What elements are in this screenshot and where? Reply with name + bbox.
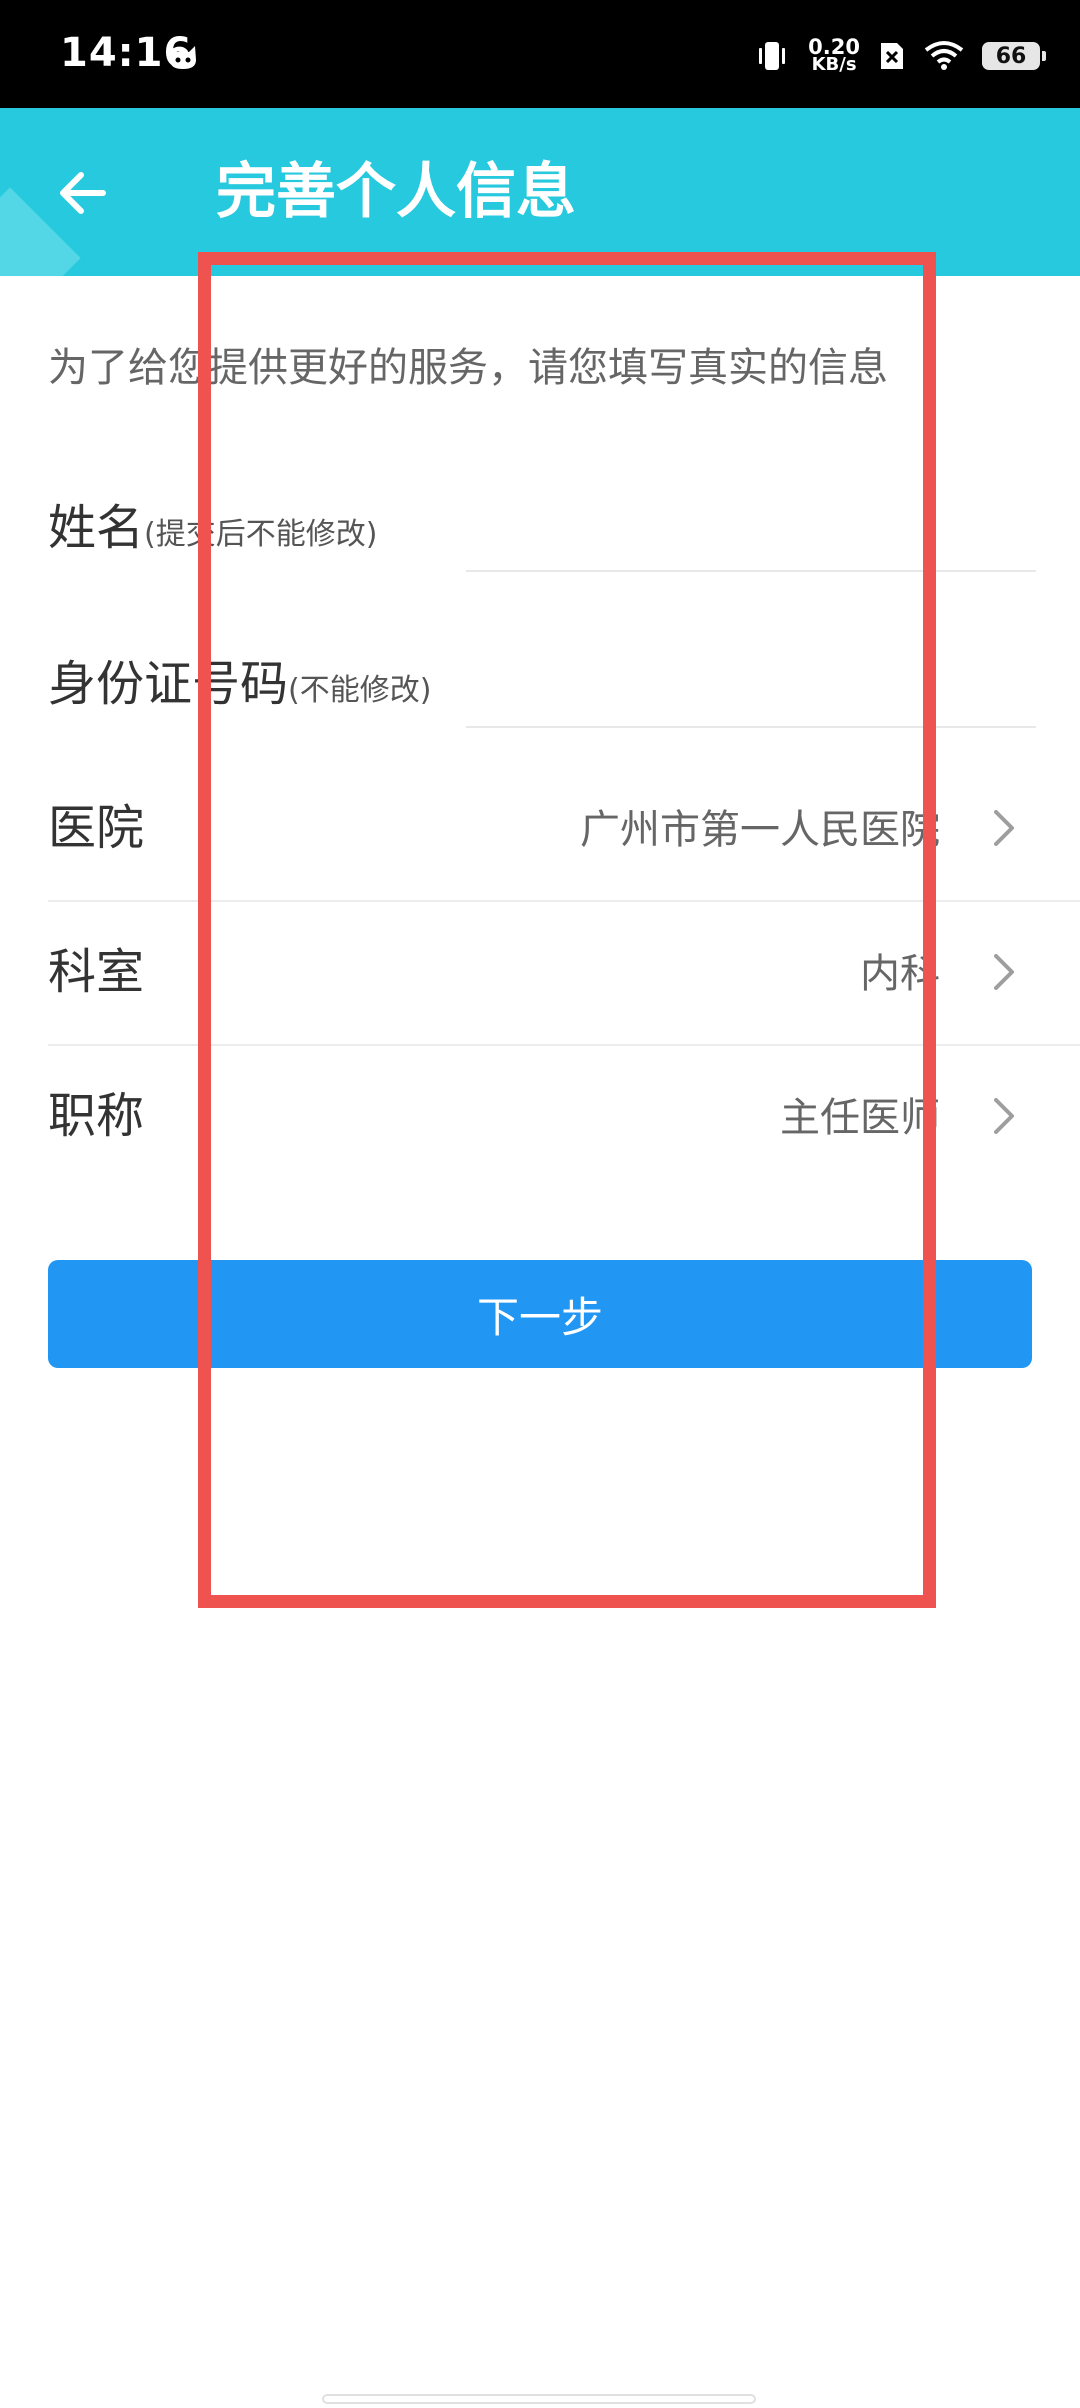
job-title-value: 主任医师: [780, 1095, 940, 1141]
vibrate-icon: [759, 42, 786, 70]
job-title-selector[interactable]: 职称 主任医师: [48, 1044, 1080, 1188]
name-hint: (提交后不能修改): [144, 517, 378, 552]
battery-level: 66: [995, 43, 1027, 69]
hospital-selector[interactable]: 医院 广州市第一人民医院: [48, 756, 1080, 902]
back-button[interactable]: [48, 158, 118, 228]
name-label-text: 姓名: [48, 500, 145, 556]
home-indicator[interactable]: [322, 2394, 756, 2404]
network-speed: 0.20 KB/s: [808, 37, 860, 75]
page-title: 完善个人信息: [216, 157, 576, 227]
screen: 14:16 0.20 KB/s 66 完善个人信息 为了给您提供更好的服务，请您…: [0, 0, 1080, 2408]
next-step-button[interactable]: 下一步: [48, 1260, 1032, 1368]
id-number-field: 身份证号码(不能修改): [48, 644, 1036, 734]
department-value: 内科: [860, 951, 940, 997]
sim-blocked-icon: [881, 43, 903, 69]
id-number-hint: (不能修改): [288, 673, 432, 708]
wifi-icon: [924, 41, 964, 70]
department-label: 科室: [48, 944, 145, 1000]
status-icons: 0.20 KB/s 66: [754, 34, 1046, 78]
name-input[interactable]: [466, 488, 1036, 572]
hospital-label: 医院: [48, 800, 145, 856]
app-header: 完善个人信息: [0, 108, 1080, 276]
chevron-right-icon: [994, 954, 1014, 990]
hospital-value: 广州市第一人民医院: [580, 807, 940, 853]
id-number-label: 身份证号码(不能修改): [48, 654, 431, 721]
name-field: 姓名(提交后不能修改): [48, 488, 1036, 578]
job-title-label: 职称: [48, 1088, 145, 1144]
battery-icon: 66: [982, 42, 1046, 70]
department-selector[interactable]: 科室 内科: [48, 900, 1080, 1046]
id-number-label-text: 身份证号码: [48, 656, 289, 712]
status-bar: 14:16 0.20 KB/s 66: [0, 0, 1080, 108]
chevron-right-icon: [994, 810, 1014, 846]
chevron-right-icon: [994, 1098, 1014, 1134]
id-number-input[interactable]: [466, 644, 1036, 728]
arrow-left-icon: [60, 172, 106, 214]
notification-cat-icon: [170, 46, 196, 69]
name-label: 姓名(提交后不能修改): [48, 498, 377, 565]
intro-text: 为了给您提供更好的服务，请您填写真实的信息: [48, 345, 888, 391]
network-speed-unit: KB/s: [811, 54, 857, 75]
